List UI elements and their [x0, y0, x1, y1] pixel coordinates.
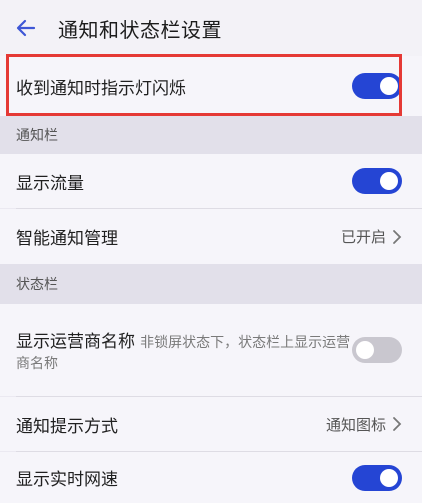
row-texts: 显示运营商名称 非锁屏状态下，状态栏上显示运营商名称 — [16, 327, 352, 374]
toggle-knob — [380, 77, 398, 95]
row-label: 收到通知时指示灯闪烁 — [16, 78, 186, 99]
row-label: 显示流量 — [16, 173, 84, 194]
arrow-left-icon — [16, 19, 36, 37]
blink-light-toggle[interactable] — [352, 73, 402, 99]
back-button[interactable] — [12, 14, 40, 42]
section-status-bar: 状态栏 — [0, 264, 422, 304]
net-speed-toggle[interactable] — [352, 464, 402, 491]
toggle-knob — [356, 341, 374, 359]
show-traffic-toggle[interactable] — [352, 168, 402, 194]
row-label: 显示实时网速 — [16, 470, 118, 490]
chevron-right-icon — [393, 229, 402, 244]
row-label: 智能通知管理 — [16, 229, 118, 249]
row-show-traffic[interactable]: 显示流量 — [0, 154, 422, 208]
smart-notify-value: 已开启 — [341, 226, 402, 247]
row-carrier-name[interactable]: 显示运营商名称 非锁屏状态下，状态栏上显示运营商名称 — [0, 304, 422, 396]
section-title: 通知栏 — [16, 128, 58, 144]
row-label: 通知提示方式 — [16, 416, 118, 437]
toggle-knob — [380, 468, 398, 487]
row-blink-light[interactable]: 收到通知时指示灯闪烁 — [0, 56, 422, 116]
row-notify-mode[interactable]: 通知提示方式 通知图标 — [0, 397, 422, 451]
chevron-right-icon — [393, 417, 402, 431]
notify-mode-value: 通知图标 — [326, 414, 402, 435]
carrier-name-toggle[interactable] — [352, 337, 402, 363]
page-title: 通知和状态栏设置 — [58, 17, 222, 42]
app-header: 通知和状态栏设置 — [0, 0, 422, 56]
value-text: 通知图标 — [325, 415, 386, 434]
toggle-knob — [380, 172, 398, 190]
row-smart-notify[interactable]: 智能通知管理 已开启 — [0, 209, 422, 264]
section-title: 状态栏 — [16, 277, 58, 293]
section-notification-bar: 通知栏 — [0, 116, 422, 154]
row-net-speed[interactable]: 显示实时网速 — [0, 452, 422, 503]
value-text: 已开启 — [340, 228, 386, 246]
row-label: 显示运营商名称 — [16, 331, 135, 352]
